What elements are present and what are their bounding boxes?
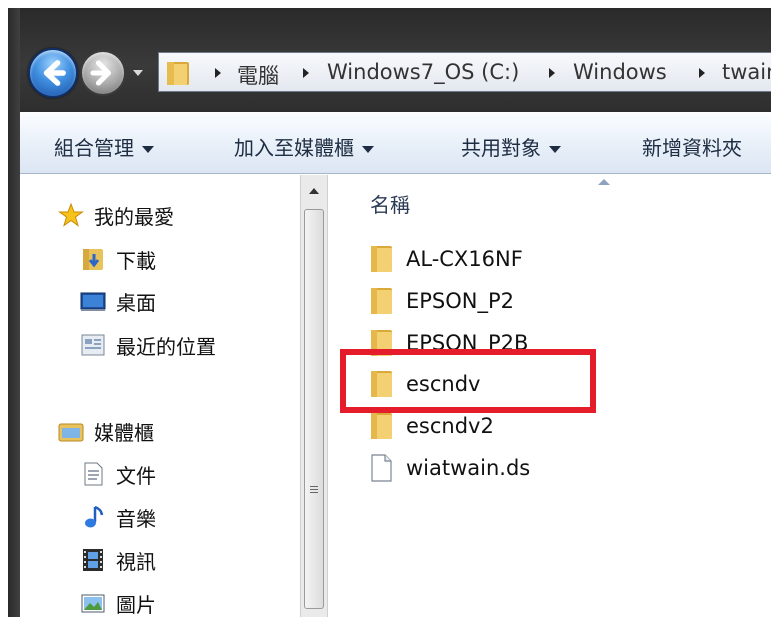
nav-label: 我的最愛: [94, 204, 174, 229]
downloads-folder-icon: [83, 249, 103, 270]
recent-places-icon: [81, 334, 105, 356]
new-folder-label: 新增資料夾: [642, 136, 742, 160]
folder-icon: [371, 413, 392, 439]
folder-icon: [167, 62, 189, 85]
breadcrumb-separator-icon[interactable]: [549, 68, 555, 78]
file-name: EPSON_P2B: [406, 331, 529, 355]
arrow-right-icon: [90, 60, 111, 86]
forward-button[interactable]: [80, 50, 126, 96]
nav-label: 桌面: [116, 290, 156, 315]
recent-pages-dropdown-icon[interactable]: [132, 64, 144, 82]
breadcrumb-separator-icon[interactable]: [215, 68, 221, 78]
picture-icon: [81, 594, 105, 613]
nav-label: 視訊: [116, 549, 156, 574]
file-item-al-cx16nf[interactable]: AL-CX16NF: [368, 242, 523, 276]
grip-line: [310, 486, 318, 487]
nav-item-libraries[interactable]: 媒體櫃: [58, 415, 154, 447]
file-name: escndv2: [406, 414, 494, 438]
nav-item-pictures[interactable]: 圖片: [80, 587, 156, 617]
folder-icon: [371, 246, 392, 272]
film-icon: [83, 549, 103, 571]
nav-item-favorites[interactable]: 我的最愛: [58, 199, 174, 231]
chevron-down-icon: [549, 146, 561, 153]
file-name: wiatwain.ds: [406, 456, 531, 480]
nav-label: 最近的位置: [116, 334, 216, 359]
nav-item-downloads[interactable]: 下載: [80, 243, 156, 275]
scroll-up-arrow-icon[interactable]: [301, 175, 327, 205]
file-name: AL-CX16NF: [406, 247, 523, 271]
add-to-library-button[interactable]: 加入至媒體櫃: [234, 132, 374, 161]
share-with-label: 共用對象: [461, 136, 541, 160]
add-to-library-label: 加入至媒體櫃: [234, 136, 354, 160]
file-name: EPSON_P2: [406, 289, 515, 313]
nav-item-documents[interactable]: 文件: [80, 458, 156, 490]
file-item-escndv2[interactable]: escndv2: [368, 409, 494, 443]
chevron-down-icon: [362, 146, 374, 153]
star-icon: [58, 202, 84, 227]
folder-icon: [371, 330, 392, 356]
command-bar: 組合管理 加入至媒體櫃 共用對象 新增資料夾: [20, 112, 771, 174]
nav-label: 圖片: [116, 592, 156, 617]
nav-item-desktop[interactable]: 桌面: [80, 285, 156, 317]
nav-label: 下載: [116, 248, 156, 273]
nav-item-recent-places[interactable]: 最近的位置: [80, 329, 216, 361]
grip-line: [310, 492, 318, 493]
folder-icon: [371, 371, 392, 397]
address-bar[interactable]: 電腦 Windows7_OS (C:) Windows twain: [158, 52, 771, 92]
organize-label: 組合管理: [54, 136, 134, 160]
share-with-button[interactable]: 共用對象: [461, 132, 561, 161]
file-name: escndv: [406, 372, 481, 396]
file-icon: [371, 454, 392, 482]
file-item-wiatwain-ds[interactable]: wiatwain.ds: [368, 451, 530, 485]
window-frame-left: [8, 8, 20, 617]
nav-pane-scrollbar[interactable]: [300, 175, 328, 617]
library-icon: [58, 423, 84, 442]
nav-label: 文件: [116, 463, 156, 488]
new-folder-button[interactable]: 新增資料夾: [642, 132, 742, 161]
nav-label: 音樂: [116, 506, 156, 531]
grip-line: [310, 489, 318, 490]
breadcrumb-separator-icon[interactable]: [699, 68, 705, 78]
back-button[interactable]: [28, 48, 78, 98]
breadcrumb-computer[interactable]: 電腦: [237, 60, 279, 90]
nav-item-music[interactable]: 音樂: [80, 501, 156, 533]
nav-label: 媒體櫃: [94, 420, 154, 445]
desktop-icon: [80, 292, 106, 311]
file-item-escndv[interactable]: escndv: [368, 367, 480, 401]
document-icon: [84, 462, 103, 486]
breadcrumb-windows[interactable]: Windows: [573, 60, 667, 84]
file-item-epson-p2b[interactable]: EPSON_P2B: [368, 326, 528, 360]
breadcrumb-separator-icon[interactable]: [303, 68, 309, 78]
folder-icon: [371, 288, 392, 314]
sort-ascending-icon: [598, 179, 610, 185]
navigation-pane: 我的最愛 下載 桌面 最近的位置 媒體櫃 文件 音樂 視訊 圖片: [20, 175, 300, 617]
column-header-name[interactable]: 名稱: [370, 189, 410, 218]
music-note-icon: [85, 505, 104, 528]
breadcrumb-twain[interactable]: twain: [722, 60, 771, 84]
organize-button[interactable]: 組合管理: [54, 132, 154, 161]
scroll-thumb[interactable]: [304, 209, 324, 609]
nav-item-videos[interactable]: 視訊: [80, 544, 156, 576]
arrow-left-icon: [43, 60, 66, 86]
file-list-pane: 名稱 AL-CX16NF EPSON_P2 EPSON_P2B escndv e…: [330, 175, 771, 617]
breadcrumb-drive[interactable]: Windows7_OS (C:): [327, 60, 519, 84]
file-item-epson-p2[interactable]: EPSON_P2: [368, 284, 514, 318]
chevron-down-icon: [142, 146, 154, 153]
